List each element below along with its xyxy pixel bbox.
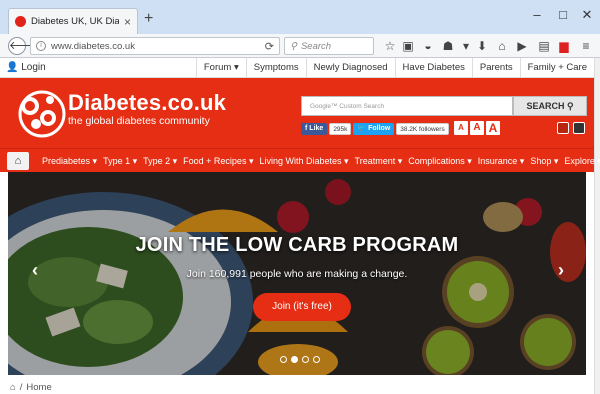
top-link-have-diabetes[interactable]: Have Diabetes — [394, 58, 472, 78]
bookmark-star-icon[interactable]: ☆ — [382, 38, 398, 54]
brand-tagline: the global diabetes community — [68, 115, 210, 127]
browser-navbar: 🡐 i www.diabetes.co.uk ⟳ ⚲ Search ☆ ▣ ◒ … — [0, 34, 600, 58]
nav-living-with-diabetes[interactable]: Living With Diabetes ▾ — [259, 156, 348, 167]
login-label: Login — [21, 62, 46, 73]
twitter-count: 38.2K followers — [396, 122, 449, 135]
top-link-parents[interactable]: Parents — [471, 58, 520, 78]
browser-tab[interactable]: Diabetes UK, UK Diabetes ... × — [8, 8, 138, 34]
font-size-large-button[interactable]: A — [486, 121, 500, 135]
nav-items: Prediabetes ▾ Type 1 ▾ Type 2 ▾ Food + R… — [42, 149, 600, 173]
twitter-icon: 🐦 — [357, 124, 367, 132]
carousel-dots — [280, 356, 320, 363]
nav-complications[interactable]: Complications ▾ — [408, 156, 472, 167]
nav-treatment[interactable]: Treatment ▾ — [355, 156, 403, 167]
search-icon: ⚲ — [566, 101, 574, 111]
theme-red-button[interactable] — [557, 122, 569, 134]
breadcrumb-separator: / — [19, 382, 23, 393]
font-size-medium-button[interactable]: A — [470, 121, 484, 135]
site-search-input[interactable]: Google™ Custom Search — [301, 96, 513, 116]
reload-icon[interactable]: ⟳ — [265, 40, 274, 53]
home-icon[interactable]: ⌂ — [494, 38, 510, 54]
clipboard-icon[interactable]: ▣ — [400, 38, 416, 54]
hero-carousel[interactable]: JOIN THE LOW CARB PROGRAM Join 160,991 p… — [8, 172, 586, 375]
carousel-prev-icon[interactable]: ‹ — [32, 260, 38, 281]
nav-type-2[interactable]: Type 2 ▾ — [143, 156, 177, 167]
facebook-count: 295k — [329, 122, 352, 135]
join-button[interactable]: Join (it's free) — [253, 293, 351, 321]
browser-search-placeholder: Search — [300, 40, 332, 52]
new-tab-button[interactable]: + — [144, 10, 153, 28]
tab-close-icon[interactable]: × — [124, 15, 131, 29]
carousel-next-icon[interactable]: › — [558, 260, 564, 281]
site-topbar: 👤 Login Forum ▾ Symptoms Newly Diagnosed… — [0, 58, 594, 78]
breadcrumb: ⌂ / Home — [10, 382, 52, 393]
brand-name[interactable]: Diabetes.co.uk — [68, 90, 226, 116]
top-link-newly-diagnosed[interactable]: Newly Diagnosed — [305, 58, 395, 78]
twitter-follow-button[interactable]: 🐦 Follow — [353, 122, 395, 135]
theme-dark-button[interactable] — [573, 122, 585, 134]
nav-shop[interactable]: Shop ▾ — [530, 156, 558, 167]
carousel-dot[interactable] — [313, 356, 320, 363]
window-close-button[interactable]: ✕ — [577, 7, 597, 23]
extension-icon[interactable]: ☗ — [440, 38, 456, 54]
facebook-like-button[interactable]: f Like — [301, 122, 328, 135]
nav-type-1[interactable]: Type 1 ▾ — [103, 156, 137, 167]
top-links: Forum ▾ Symptoms Newly Diagnosed Have Di… — [195, 58, 594, 78]
twitter-label: Follow — [368, 124, 391, 132]
home-nav-button[interactable]: ⌂ — [7, 152, 29, 170]
folder-icon[interactable]: ▤ — [536, 38, 552, 54]
carousel-dot[interactable] — [302, 356, 309, 363]
url-bar[interactable]: i www.diabetes.co.uk ⟳ — [30, 37, 280, 55]
facebook-label: Like — [309, 124, 324, 132]
menu-icon[interactable]: ≡ — [578, 38, 594, 54]
social-buttons: f Like 295k 🐦 Follow 38.2K followers — [301, 122, 449, 135]
carousel-dot-active[interactable] — [291, 356, 298, 363]
tab-title: Diabetes UK, UK Diabetes ... — [31, 16, 119, 27]
nav-explore[interactable]: Explore ▾ — [564, 156, 600, 167]
nav-prediabetes[interactable]: Prediabetes ▾ — [42, 156, 97, 167]
top-link-symptoms[interactable]: Symptoms — [245, 58, 306, 78]
page-scrollbar[interactable] — [594, 58, 600, 394]
back-button[interactable]: 🡐 — [8, 37, 39, 55]
site-search-button[interactable]: SEARCH ⚲ — [513, 96, 587, 116]
minimize-button[interactable]: – — [527, 7, 547, 22]
hero-subtitle: Join 160,991 people who are making a cha… — [186, 268, 408, 280]
login-link[interactable]: 👤 Login — [6, 62, 46, 73]
nav-insurance[interactable]: Insurance ▾ — [478, 156, 525, 167]
home-icon[interactable]: ⌂ — [10, 382, 16, 393]
top-link-forum[interactable]: Forum ▾ — [195, 58, 246, 78]
url-text: www.diabetes.co.uk — [51, 40, 135, 52]
top-link-family-care[interactable]: Family + Care — [519, 58, 594, 78]
browser-search-input[interactable]: ⚲ Search — [284, 37, 374, 55]
search-icon: ⚲ — [290, 40, 297, 52]
nav-food-recipes[interactable]: Food + Recipes ▾ — [183, 156, 253, 167]
pocket-icon[interactable]: ◒ — [420, 38, 436, 54]
font-size-small-button[interactable]: A — [454, 121, 468, 135]
chevron-down-icon[interactable]: ▾ — [458, 38, 474, 54]
hero-title: JOIN THE LOW CARB PROGRAM — [135, 234, 459, 256]
carousel-dot[interactable] — [280, 356, 287, 363]
logo-icon[interactable] — [12, 84, 68, 140]
breadcrumb-home[interactable]: Home — [26, 382, 51, 393]
main-nav: ⌂ Prediabetes ▾ Type 1 ▾ Type 2 ▾ Food +… — [0, 148, 600, 172]
site-header: Diabetes.co.uk the global diabetes commu… — [0, 78, 594, 148]
youtube-icon[interactable]: ▶ — [514, 38, 530, 54]
favicon-icon — [15, 16, 26, 27]
browser-titlebar: Diabetes UK, UK Diabetes ... × + – □ ✕ — [0, 0, 600, 34]
facebook-icon: f — [305, 124, 308, 132]
flag-icon[interactable]: ▆ — [556, 38, 572, 54]
maximize-button[interactable]: □ — [553, 7, 573, 22]
user-icon: 👤 — [6, 62, 19, 73]
search-button-label: SEARCH — [526, 101, 565, 111]
info-icon[interactable]: i — [36, 41, 46, 51]
download-icon[interactable]: ⬇ — [474, 38, 490, 54]
